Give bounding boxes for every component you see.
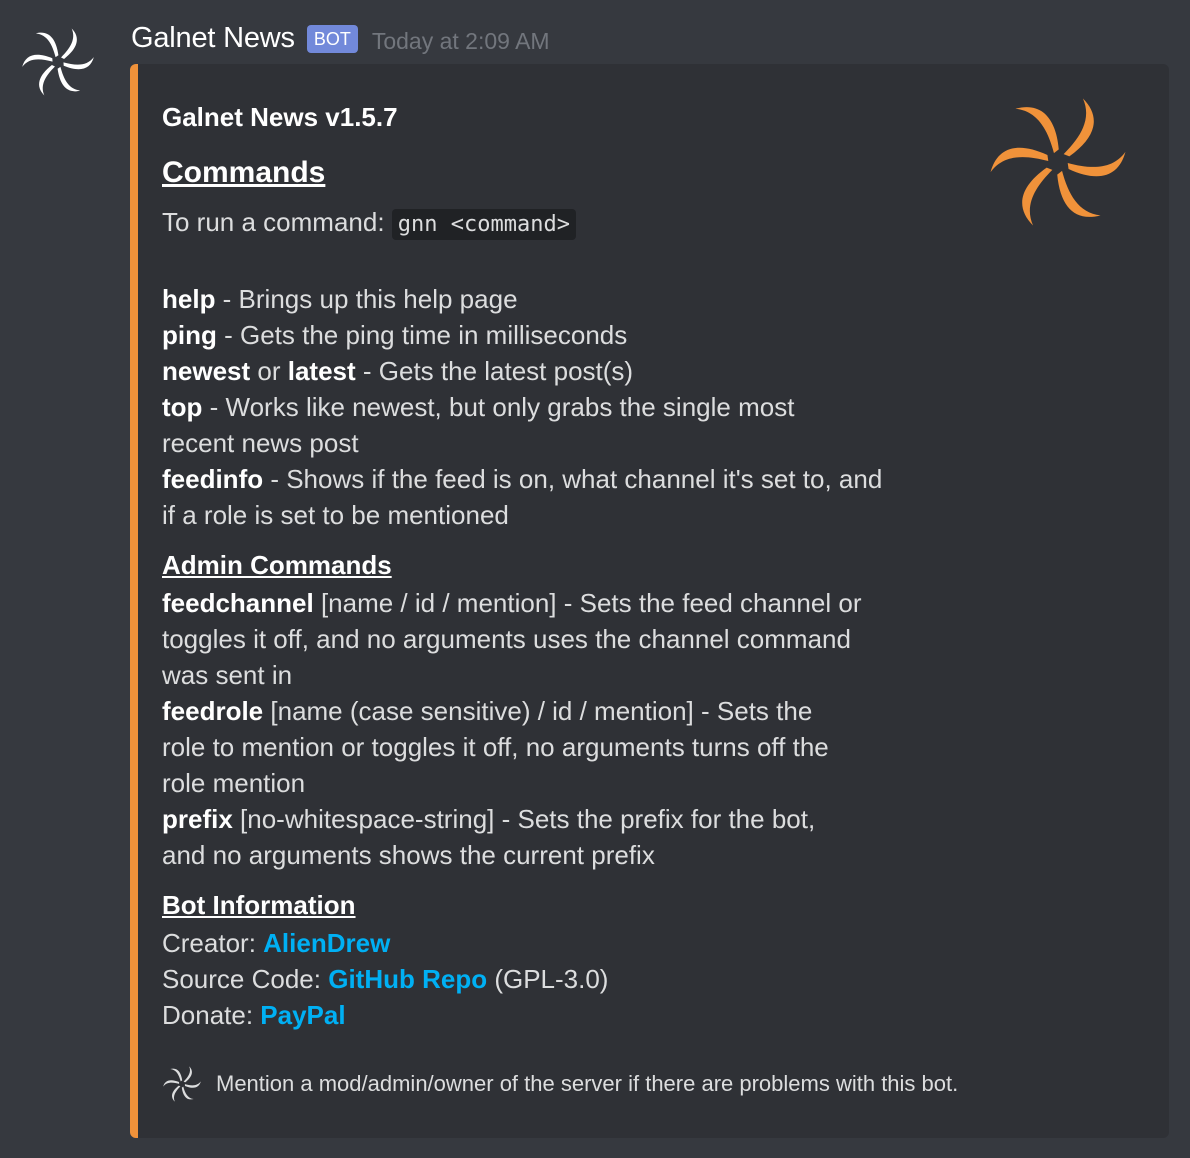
embed-title: Galnet News v1.5.7 [162,102,398,132]
embed-card: Galnet News v1.5.7 Commands To run a com… [130,64,1169,1138]
command-code: gnn <command> [391,209,576,240]
admin-command-feedrole-cont: role to mention or toggles it off, no ar… [162,732,829,762]
admin-command-feedchannel-cont2: was sent in [162,660,293,690]
galnet-swirl-icon [19,28,97,96]
creator-line: Creator: AlienDrew [162,928,391,958]
admin-command-prefix-cont: and no arguments shows the current prefi… [162,840,655,870]
admin-commands-heading: Admin Commands [162,550,392,580]
github-repo-link[interactable]: GitHub Repo [328,964,487,994]
galnet-swirl-icon [162,1066,202,1102]
bot-avatar[interactable] [19,24,97,100]
command-list: help - Brings up this help page ping - G… [162,281,902,533]
bot-tag: BOT [306,25,358,53]
creator-link[interactable]: AlienDrew [263,928,390,958]
embed-body: Galnet News v1.5.7 Commands To run a com… [162,100,902,1033]
admin-command-list: feedchannel [name / id / mention] - Sets… [162,585,902,873]
galnet-swirl-icon [985,98,1131,226]
command-feedinfo: feedinfo - Shows if the feed is on, what… [162,464,883,494]
command-help: help - Brings up this help page [162,284,518,314]
command-feedinfo-cont: if a role is set to be mentioned [162,500,509,530]
admin-command-feedchannel-cont: toggles it off, and no arguments uses th… [162,624,851,654]
admin-command-feedrole: feedrole [name (case sensitive) / id / m… [162,696,813,726]
command-ping: ping - Gets the ping time in millisecond… [162,320,628,350]
source-line: Source Code: GitHub Repo (GPL-3.0) [162,964,609,994]
embed-thumbnail[interactable] [977,94,1139,230]
bot-information-heading: Bot Information [162,890,356,920]
commands-heading: Commands [162,156,326,189]
message-header: Galnet News BOT Today at 2:09 AM [131,18,550,58]
donate-line: Donate: PayPal [162,1000,346,1030]
footer-text: Mention a mod/admin/owner of the server … [216,1071,959,1096]
intro-text: To run a command: [162,207,392,237]
bot-information: Creator: AlienDrew Source Code: GitHub R… [162,925,902,1033]
command-top-cont: recent news post [162,428,359,458]
intro-line: To run a command: gnn <command> [162,204,902,243]
admin-command-prefix: prefix [no-whitespace-string] - Sets the… [162,804,816,834]
timestamp[interactable]: Today at 2:09 AM [372,28,550,55]
admin-command-feedchannel: feedchannel [name / id / mention] - Sets… [162,588,862,618]
admin-command-feedrole-cont2: role mention [162,768,306,798]
username[interactable]: Galnet News [131,22,295,55]
embed-footer: Mention a mod/admin/owner of the server … [162,1064,958,1104]
command-newest: newest or latest - Gets the latest post(… [162,356,634,386]
paypal-link[interactable]: PayPal [260,1000,345,1030]
command-top: top - Works like newest, but only grabs … [162,392,795,422]
